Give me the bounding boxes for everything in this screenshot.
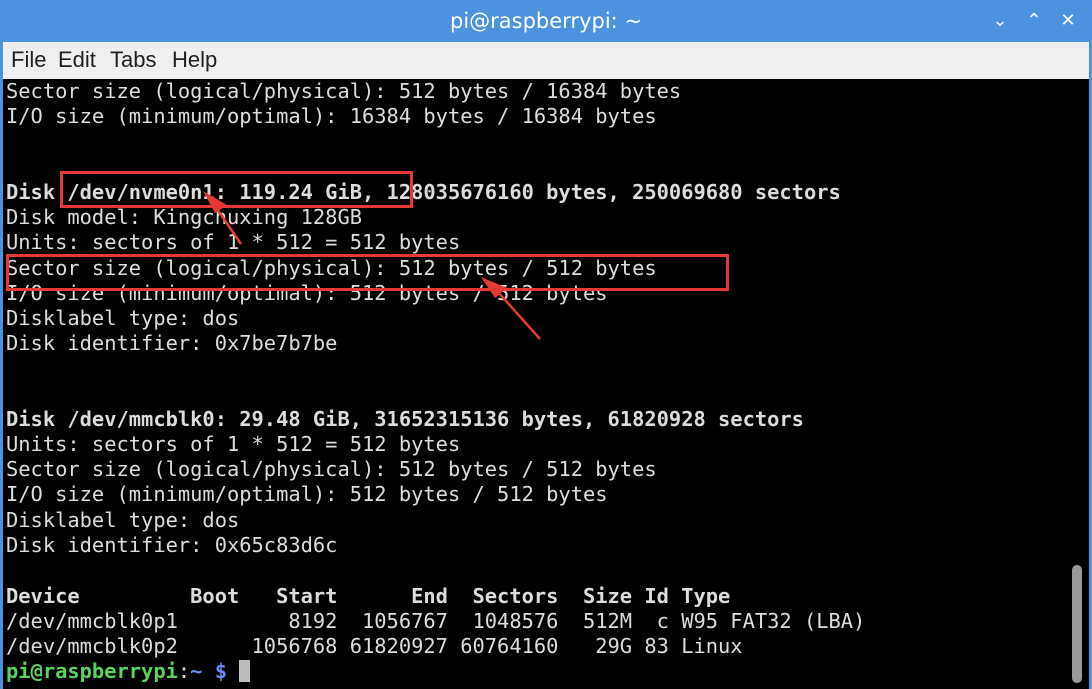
chevron-up-icon[interactable]: ⌃ <box>1020 7 1048 35</box>
terminal-window: pi@raspberrypi: ~ ⌄ ⌃ ✕ File Edit Tabs H… <box>0 0 1092 689</box>
terminal-output[interactable]: Sector size (logical/physical): 512 byte… <box>3 79 1071 686</box>
arrow-icon <box>481 277 541 340</box>
menu-file[interactable]: File <box>11 47 46 73</box>
menu-edit[interactable]: Edit <box>58 47 96 73</box>
window-title: pi@raspberrypi: ~ <box>449 9 643 33</box>
menu-help[interactable]: Help <box>172 47 217 73</box>
annotation-arrows <box>203 191 541 340</box>
title-bar[interactable]: pi@raspberrypi: ~ ⌄ ⌃ ✕ <box>0 0 1092 42</box>
arrow-icon <box>203 191 243 245</box>
close-icon[interactable]: ✕ <box>1054 7 1082 35</box>
scrollbar-thumb[interactable] <box>1072 565 1082 683</box>
menu-tabs[interactable]: Tabs <box>110 47 156 73</box>
chevron-down-icon[interactable]: ⌄ <box>986 7 1014 35</box>
menu-bar: File Edit Tabs Help <box>3 42 1089 80</box>
